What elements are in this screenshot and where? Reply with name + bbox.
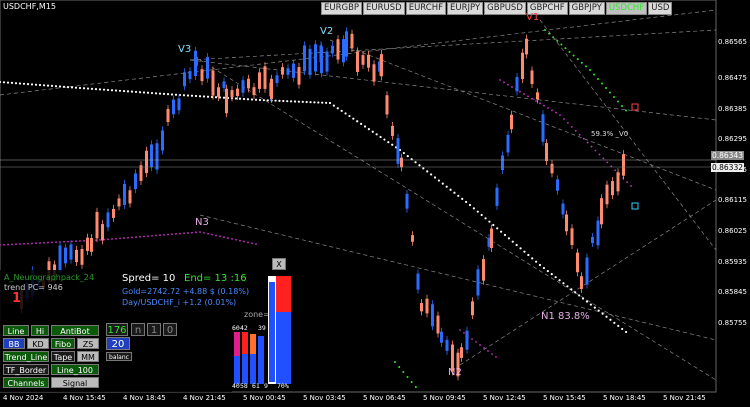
time-tick: 5 Nov 06:45 (363, 394, 406, 402)
pct-top: 30% (277, 269, 289, 277)
wave-label-n2: N2 (448, 367, 462, 378)
time-tick: 5 Nov 03:45 (303, 394, 346, 402)
symbol-tabs: EURGBP EURUSD EURCHF EURJPY GBPUSD GBPCHF GBPJ… (321, 2, 673, 15)
gauge-top-label: 60 (232, 324, 240, 332)
price-tick: 0.86295 (718, 135, 747, 144)
fibo-button[interactable]: Fibo (51, 338, 75, 349)
time-tick: 5 Nov 18:45 (603, 394, 646, 402)
gauge-bar-4 (258, 336, 264, 384)
indicator-name: A_Neurographpack_24 (4, 273, 95, 282)
wave-label-v1: V1 (526, 12, 540, 23)
gauge-bar-3-bottom (250, 354, 256, 384)
gauge-bottom-label: 58 (240, 382, 248, 390)
channels-button[interactable]: Channels (3, 377, 49, 388)
zs-button[interactable]: ZS (77, 338, 99, 349)
symbol-tab-eurchf[interactable]: EURCHF (405, 2, 447, 15)
price-tick: 0.86385 (718, 104, 747, 113)
gauge-big-bottom (276, 312, 291, 384)
pct-bottom: 70% (277, 382, 289, 390)
time-tick: 5 Nov 09:45 (423, 394, 466, 402)
count-1: 1 (147, 323, 161, 336)
line100-button[interactable]: Line_100 (51, 364, 99, 375)
line-button[interactable]: Line (3, 325, 29, 336)
indicator-panel: A_Neurographpack_24 trend PC= 946 1 Spre… (0, 258, 292, 392)
hi-button[interactable]: Hi (31, 325, 49, 336)
gauge-bottom-label: 40 (232, 382, 240, 390)
trend-line-button[interactable]: Trend_Line (3, 351, 49, 362)
gauge-bar-1-bottom (234, 356, 240, 384)
count-0: 0 (163, 323, 177, 336)
count-n: n (131, 323, 145, 336)
balance-label: balanc (106, 352, 132, 361)
price-tick: 0.85755 (718, 318, 747, 327)
time-tick: 4 Nov 2024 (3, 394, 44, 402)
gauge-bar-2-top (242, 332, 248, 354)
price-tick: 0.86475 (718, 74, 747, 82)
symbol-tab-usd[interactable]: USD (648, 2, 673, 15)
price-tick: 0.86025 (718, 227, 747, 235)
gauge-bar-2-bottom (242, 354, 248, 384)
tf-border-button[interactable]: TF_Border (3, 364, 49, 375)
wave-label-n1: N1 83.8% (541, 311, 590, 322)
time-tick: 5 Nov 12:45 (483, 394, 526, 402)
count-176: 176 (106, 323, 128, 336)
wave-label-n3: N3 (195, 217, 209, 228)
symbol-tab-eurjpy[interactable]: EURJPY (447, 2, 484, 15)
gauge-bottom-label: 9 (264, 382, 268, 390)
gauge-top-label: 42 (240, 324, 248, 332)
time-tick: 5 Nov 00:45 (243, 394, 286, 402)
symbol-tab-eurusd[interactable]: EURUSD (363, 2, 405, 15)
wave-label-v0: 59.3% _V0 (591, 130, 629, 138)
wave-label-v2: V2 (320, 26, 334, 37)
gold-text: Gold=2742.72 +4.88 $ (0.18%) (122, 287, 250, 296)
symbol-tab-gbpusd[interactable]: GBPUSD (484, 2, 526, 15)
count-20: 20 (106, 337, 130, 350)
price-tick: 0.85845 (718, 288, 747, 297)
time-tick: 5 Nov 15:45 (543, 394, 586, 402)
time-tick: 5 Nov 21:45 (663, 394, 706, 402)
signal-button[interactable]: Signal (51, 377, 99, 388)
price-tick: 0.85935 (718, 257, 747, 266)
mm-button[interactable]: MM (77, 351, 99, 362)
spread-text: Spred= 10 (122, 273, 176, 284)
trend-digit: 1 (12, 291, 22, 306)
time-tick: 4 Nov 15:45 (63, 394, 106, 402)
gauge-bottom-label: 61 (252, 382, 260, 390)
wave-label-v3: V3 (178, 44, 192, 55)
day-text: Day/USDCHF_i +1.2 (0.01%) (122, 298, 237, 307)
price-tag-bid: 0.86343 (710, 151, 744, 160)
price-tag-ask: 0.86332 (710, 163, 744, 172)
gauge-big-top (276, 276, 291, 312)
bb-button[interactable]: BB (3, 338, 25, 349)
tape-button[interactable]: Tape (51, 351, 75, 362)
symbol-tab-gbpjpy[interactable]: GBPJPY (568, 2, 605, 15)
time-tick: 4 Nov 18:45 (123, 394, 166, 402)
price-tick: 0.86115 (718, 196, 747, 205)
end-text: End= 13 :16 (184, 273, 247, 284)
gauge-bar-1-top (234, 332, 240, 356)
gauge-blue-strip (269, 282, 275, 382)
kd-button[interactable]: KD (27, 338, 49, 349)
antibot-button[interactable]: AntiBot (51, 325, 99, 336)
symbol-tab-usdchf[interactable]: USDCHF (605, 2, 648, 15)
symbol-tab-eurgbp[interactable]: EURGBP (321, 2, 363, 15)
price-tick-top: 0.86565 (718, 38, 747, 46)
time-tick: 4 Nov 21:45 (183, 394, 226, 402)
gauge-top-label: 39 (258, 324, 266, 332)
gauge-bar-3-top (250, 334, 256, 354)
chart-title: USDCHF,M15 (3, 2, 56, 11)
